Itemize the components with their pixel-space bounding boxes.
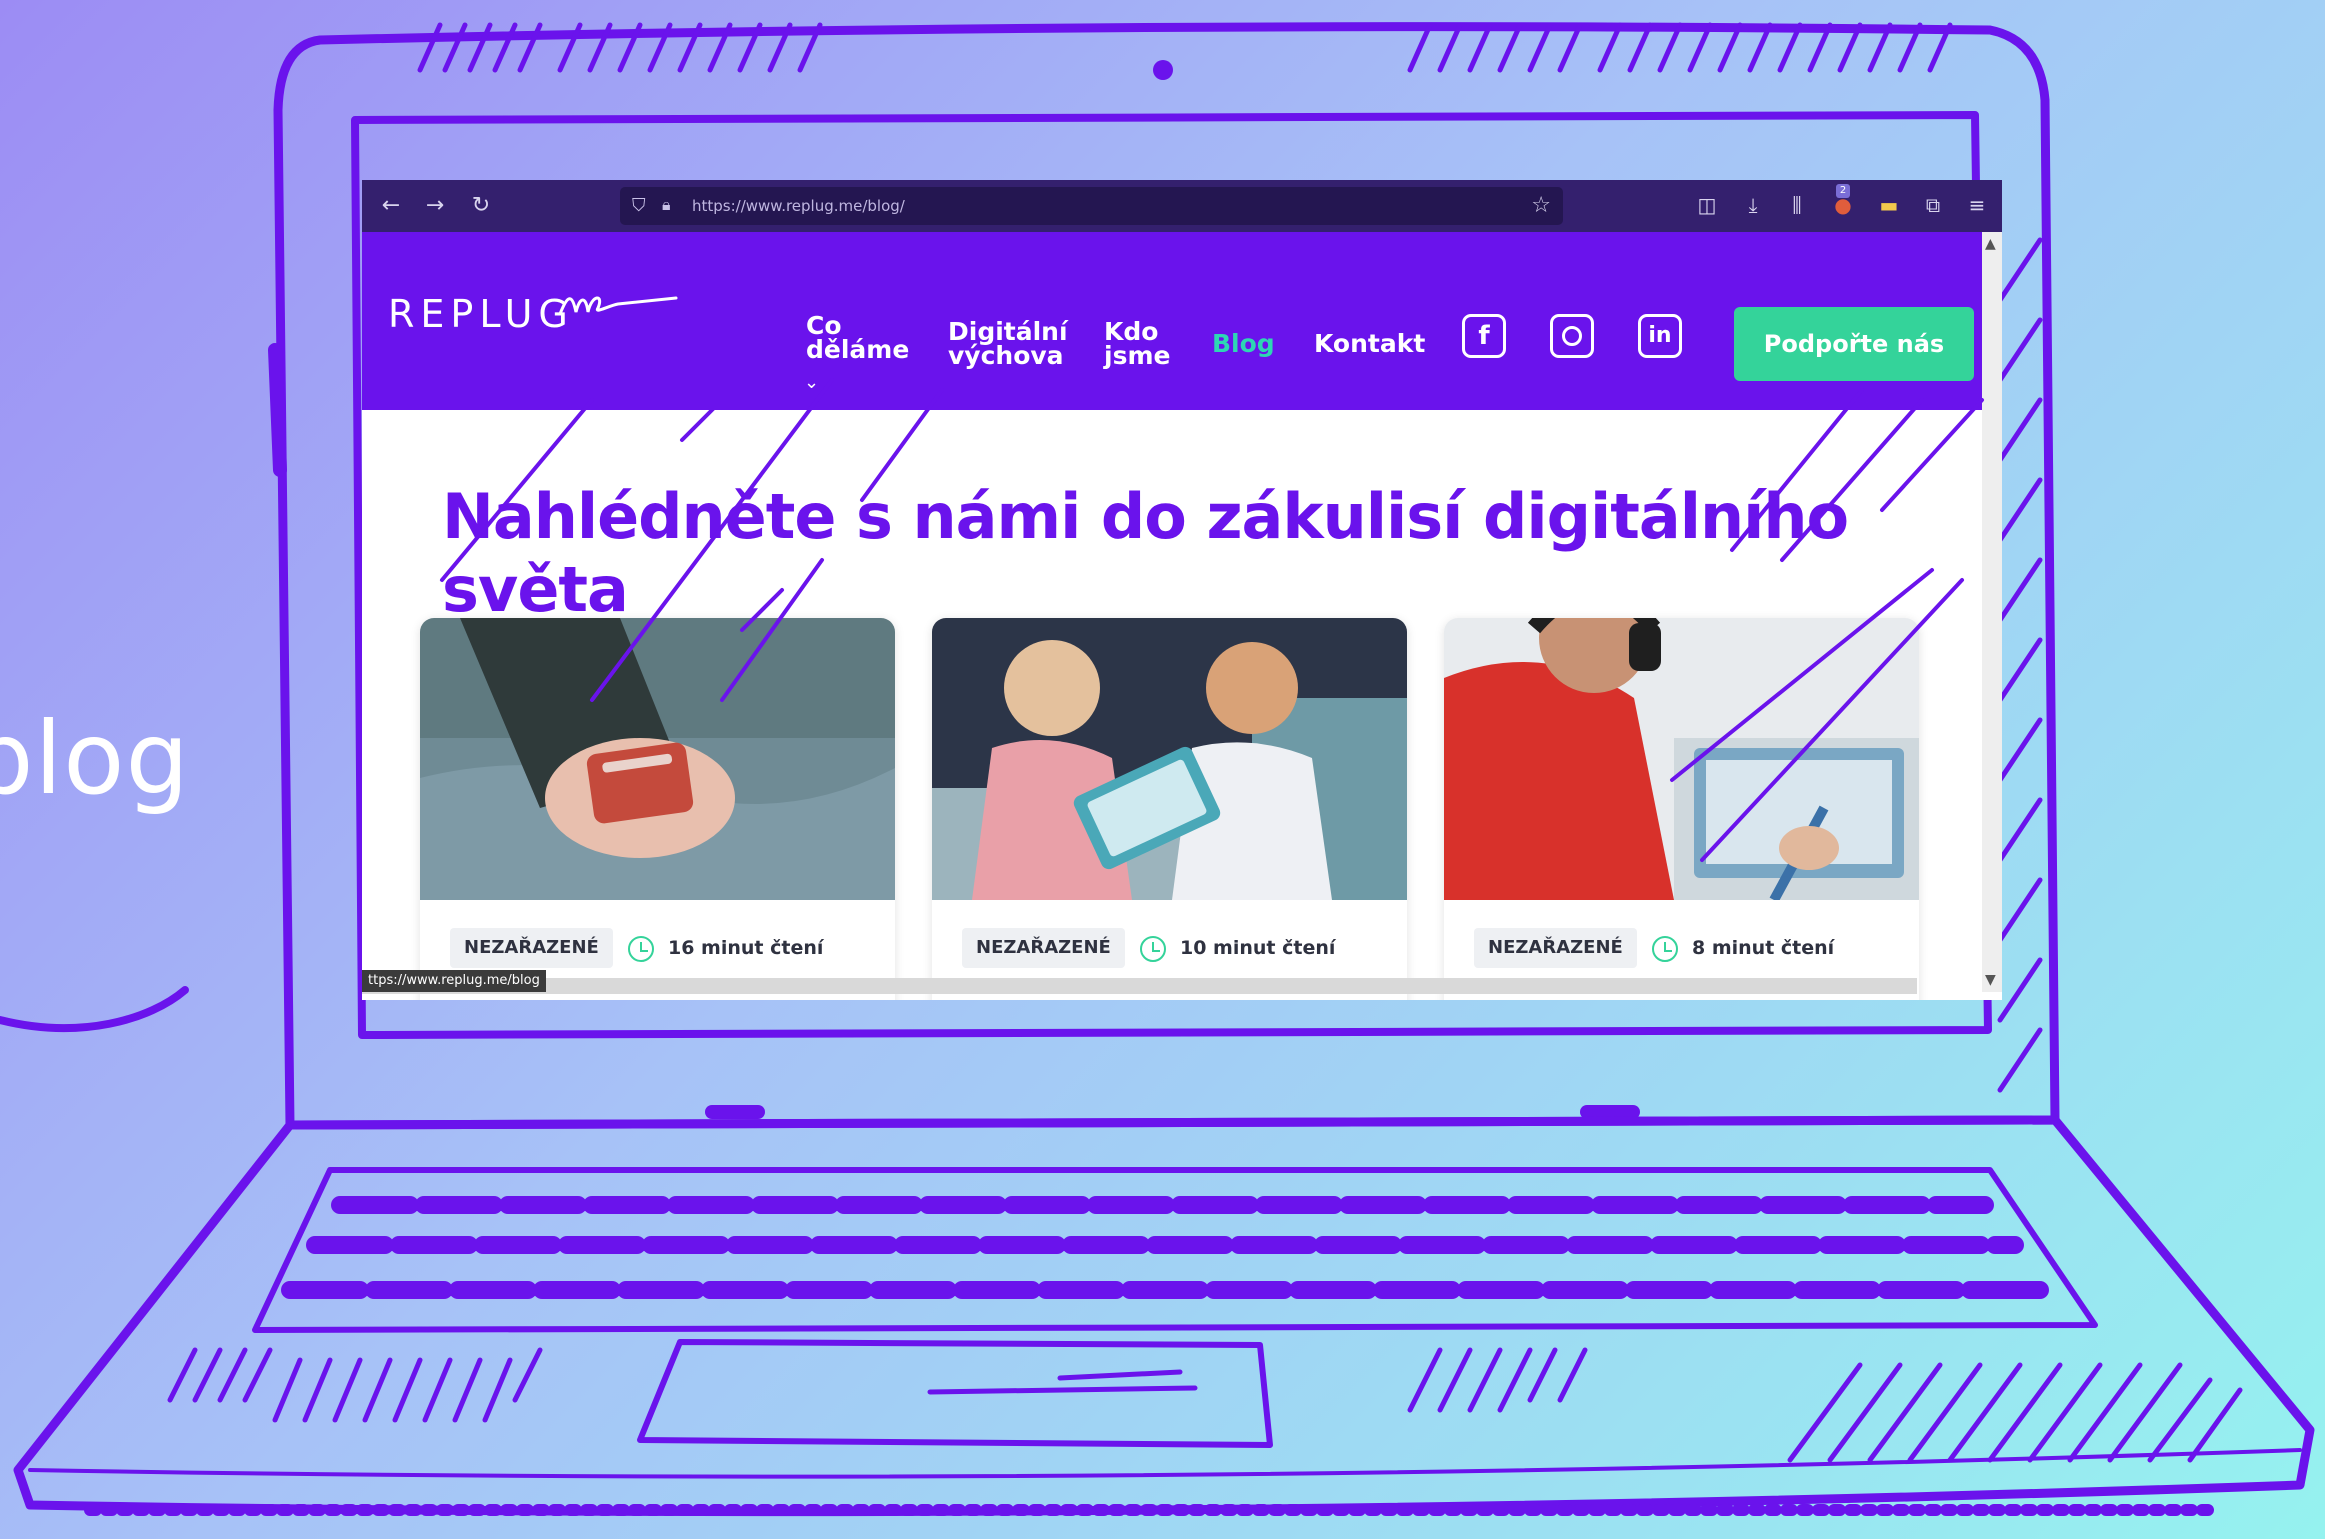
- page-headline: Nahlédněte s námi do zákulisí digitálníh…: [442, 480, 1849, 626]
- blog-card[interactable]: NEZAŘAZENÉ 10 minut čtení: [932, 618, 1407, 1000]
- arrow-right-icon[interactable]: →: [420, 191, 450, 221]
- blog-card[interactable]: NEZAŘAZENÉ 16 minut čtení: [420, 618, 895, 1000]
- arrow-left-icon[interactable]: ←: [376, 191, 406, 221]
- logo-script-me: [558, 296, 678, 316]
- pocket-icon[interactable]: ◫: [1692, 190, 1722, 220]
- url-text[interactable]: https://www.replug.me/blog/: [692, 197, 905, 215]
- card-image-phone-in-hands[interactable]: [420, 618, 895, 900]
- download-icon[interactable]: ⤓: [1738, 190, 1768, 220]
- clock-icon: [1140, 936, 1166, 962]
- nav-kdo-jsme[interactable]: Kdo jsme: [1104, 319, 1170, 368]
- card-image-kid-with-headphones[interactable]: [1444, 618, 1919, 900]
- category-tag[interactable]: NEZAŘAZENÉ: [962, 928, 1125, 968]
- nav-kontakt[interactable]: Kontakt: [1314, 331, 1425, 356]
- vertical-scrollbar[interactable]: ▲ ▼: [1982, 232, 2002, 992]
- read-time: 16 minut čtení: [668, 937, 824, 959]
- support-us-button[interactable]: Podpořte nás: [1734, 307, 1974, 381]
- nav-blog[interactable]: Blog: [1212, 331, 1275, 356]
- reload-icon[interactable]: ↻: [466, 191, 496, 221]
- site-header: REPLUG Co děláme ⌄ Digitální výchova Kdo…: [362, 232, 2002, 410]
- clock-icon: [1652, 936, 1678, 962]
- facebook-icon[interactable]: f: [1462, 314, 1506, 358]
- card-image-toddlers-with-tablet[interactable]: [932, 618, 1407, 900]
- read-time: 10 minut čtení: [1180, 937, 1336, 959]
- category-tag[interactable]: NEZAŘAZENÉ: [450, 928, 613, 968]
- shield-icon[interactable]: ⛉: [632, 195, 646, 216]
- site-logo[interactable]: REPLUG: [388, 292, 574, 336]
- bookmark-star-icon[interactable]: ☆: [1531, 193, 1551, 218]
- chevron-down-icon[interactable]: ⌄: [804, 372, 819, 393]
- laptop-screen: ← → ↻ ⛉ 🔒︎ https://www.replug.me/blog/ ☆…: [362, 180, 2002, 1000]
- extensions-puzzle-icon[interactable]: ⧉: [1918, 190, 1948, 220]
- scroll-down-icon[interactable]: ▼: [1985, 972, 1996, 988]
- clock-icon: [628, 936, 654, 962]
- instagram-icon[interactable]: [1550, 314, 1594, 358]
- library-icon[interactable]: ⫼: [1782, 190, 1812, 220]
- menu-icon[interactable]: ≡: [1962, 190, 1992, 220]
- category-tag[interactable]: NEZAŘAZENÉ: [1474, 928, 1637, 968]
- browser-toolbar: ← → ↻ ⛉ 🔒︎ https://www.replug.me/blog/ ☆…: [362, 180, 2002, 232]
- horizontal-scrollbar[interactable]: [362, 978, 1917, 994]
- scroll-up-icon[interactable]: ▲: [1985, 236, 1996, 252]
- nav-digitalni-vychova[interactable]: Digitální výchova: [948, 319, 1068, 368]
- extension-badge: 2: [1836, 184, 1850, 198]
- extension-folder-icon[interactable]: ▬: [1874, 190, 1904, 220]
- lock-icon[interactable]: 🔒︎: [662, 195, 671, 215]
- status-bar-url: ttps://www.replug.me/blog: [362, 970, 546, 992]
- linkedin-icon[interactable]: in: [1638, 314, 1682, 358]
- blog-card[interactable]: NEZAŘAZENÉ 8 minut čtení: [1444, 618, 1919, 1000]
- nav-co-delame[interactable]: Co děláme: [806, 313, 909, 362]
- read-time: 8 minut čtení: [1692, 937, 1835, 959]
- address-bar[interactable]: ⛉ 🔒︎ https://www.replug.me/blog/ ☆: [620, 187, 1563, 225]
